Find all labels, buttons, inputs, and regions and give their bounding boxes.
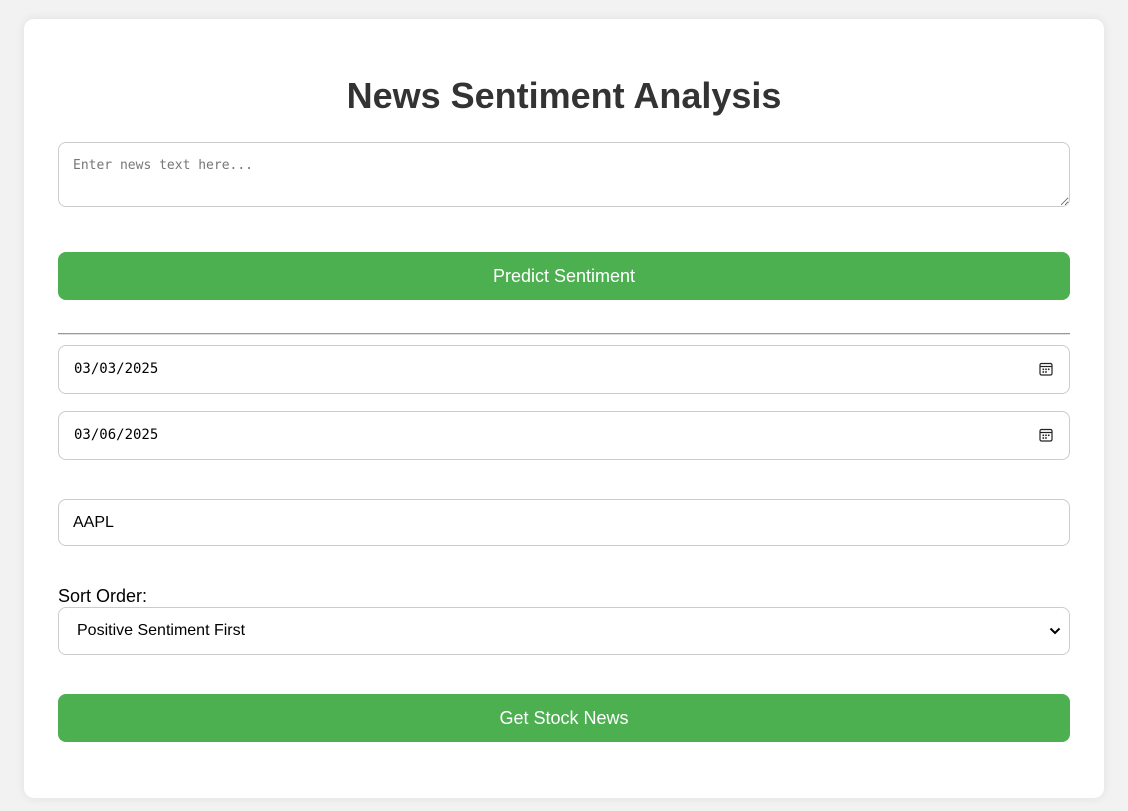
start-date-value: 03/03/2025 [74, 361, 159, 377]
page-title: News Sentiment Analysis [346, 75, 782, 116]
section-divider [58, 333, 1070, 335]
end-date-value: 03/06/2025 [74, 427, 159, 443]
news-text-input[interactable] [58, 142, 1070, 207]
main-card: News Sentiment Analysis Predict Sentimen… [24, 19, 1104, 798]
end-date-input[interactable]: 03/06/2025 [58, 411, 1070, 460]
calendar-icon[interactable] [1039, 428, 1053, 442]
chevron-down-icon [1049, 627, 1061, 635]
predict-sentiment-button[interactable]: Predict Sentiment [58, 252, 1070, 300]
get-stock-news-button[interactable]: Get Stock News [58, 694, 1070, 742]
sort-order-label: Sort Order: [58, 586, 148, 606]
sort-order-select[interactable]: Positive Sentiment First [58, 607, 1070, 655]
start-date-input[interactable]: 03/03/2025 [58, 345, 1070, 394]
ticker-input[interactable] [58, 499, 1070, 546]
sort-order-selected: Positive Sentiment First [77, 622, 246, 639]
calendar-icon[interactable] [1039, 362, 1053, 376]
